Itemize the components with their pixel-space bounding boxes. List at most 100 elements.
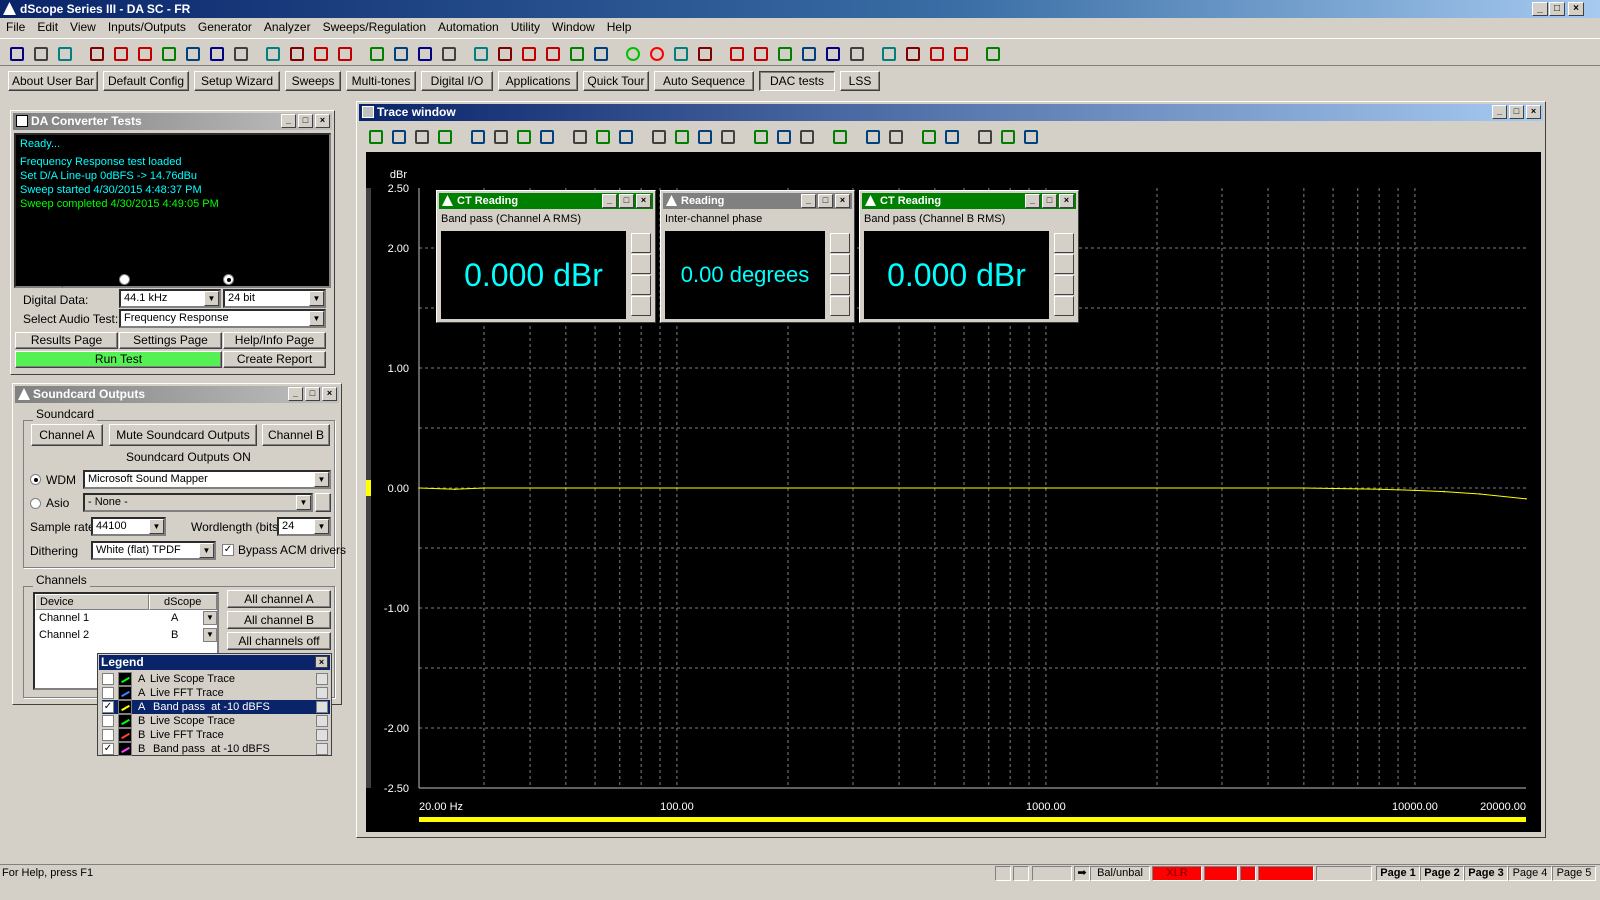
dac-tests-button[interactable]: DAC tests [759,71,835,91]
meter-1-icon[interactable] [438,43,458,63]
trace-5-icon[interactable] [822,43,842,63]
asio-config-button[interactable] [315,493,331,512]
analyzer-in-a-icon[interactable] [230,43,250,63]
page-3-tab[interactable]: Page 3 [1464,866,1508,881]
multi-tones-button[interactable]: Multi-tones [346,71,416,91]
reading-minimize-button[interactable]: _ [1025,194,1040,208]
marker-2-icon[interactable] [773,126,793,146]
menu-help[interactable]: Help [601,18,638,37]
valley-icon[interactable] [885,126,905,146]
menu-analyzer[interactable]: Analyzer [258,18,317,37]
sc-maximize-button[interactable]: □ [305,387,320,401]
scale-icon[interactable] [829,126,849,146]
channel-b-button[interactable]: Channel B [262,424,330,446]
sc-close-button[interactable]: × [322,387,337,401]
cfg-2-icon[interactable] [542,43,562,63]
scope-2-icon[interactable] [902,43,922,63]
menu-edit[interactable]: Edit [31,18,64,37]
reading-close-button[interactable]: × [835,194,850,208]
analyzer-in-b-icon[interactable] [262,43,282,63]
wdm-radio[interactable] [30,474,41,485]
chart-view-icon[interactable] [467,126,487,146]
arrows-icon[interactable] [830,296,850,316]
quick-tour-button[interactable]: Quick Tour [583,71,649,91]
mute-outputs-button[interactable]: Mute Soundcard Outputs [109,424,257,446]
dac-close-button[interactable]: × [315,114,330,128]
asio-device-select[interactable]: - None - ▼ [83,493,313,512]
cfg-3-icon[interactable] [566,43,586,63]
zoom-y-icon[interactable] [592,126,612,146]
menu-sweeps[interactable]: Sweeps/Regulation [317,18,432,37]
reading-close-button[interactable]: × [636,194,651,208]
cursor-1-icon[interactable] [648,126,668,146]
dac-maximize-button[interactable]: □ [298,114,313,128]
settings-page-button[interactable]: Settings Page [119,332,222,349]
chevron-down-icon[interactable]: ▼ [203,611,217,625]
wave-2-icon[interactable] [390,43,410,63]
gen-out-e-icon[interactable] [182,43,202,63]
wave-1-icon[interactable] [366,43,386,63]
gen-out-a-icon[interactable] [86,43,106,63]
meter-2-icon[interactable] [470,43,490,63]
analyzer-in-c-icon[interactable] [286,43,306,63]
log-icon[interactable] [830,275,850,295]
legend-item[interactable]: B Live FFT Trace [102,728,330,742]
copy-icon[interactable] [316,729,328,741]
legend-item[interactable]: A Live Scope Trace [102,672,330,686]
legend-checkbox[interactable]: ✓ [102,743,114,755]
sweep-2-icon[interactable] [694,43,714,63]
copy-icon[interactable] [316,701,328,713]
legend-checkbox[interactable] [102,673,114,685]
cursor-3-icon[interactable] [694,126,714,146]
channel-a-button[interactable]: Channel A [31,424,103,446]
all-channel-a-button[interactable]: All channel A [227,590,331,608]
overlay-1-icon[interactable] [974,126,994,146]
results-page-button[interactable]: Results Page [15,332,118,349]
create-report-button[interactable]: Create Report [223,351,326,368]
trace-4-icon[interactable] [798,43,818,63]
legend-checkbox[interactable]: ✓ [102,701,114,713]
settings-icon[interactable] [631,254,651,274]
analyzer-in-d-icon[interactable] [310,43,330,63]
page-2-tab[interactable]: Page 2 [1420,866,1464,881]
minimize-button[interactable]: _ [1532,2,1548,16]
log-icon[interactable] [631,275,651,295]
add-trace-icon[interactable] [365,126,385,146]
all-channels-off-button[interactable]: All channels off [227,632,331,650]
marker-1-icon[interactable] [750,126,770,146]
log-icon[interactable] [1054,275,1074,295]
remove-marker-icon[interactable] [941,126,961,146]
trace-maximize-button[interactable]: □ [1509,105,1524,119]
cursor-2-icon[interactable] [671,126,691,146]
wave-3-icon[interactable] [414,43,434,63]
table-row[interactable]: Channel 2 [39,629,89,641]
add-marker-icon[interactable] [918,126,938,146]
trace-icon[interactable] [388,126,408,146]
sample-rate-select[interactable]: 44.1 kHz ▼ [119,289,221,308]
legend-checkbox[interactable] [102,687,114,699]
sc-minimize-button[interactable]: _ [288,387,303,401]
lss-button[interactable]: LSS [840,71,880,91]
record-red-icon[interactable] [646,43,666,63]
setup-wizard-button[interactable]: Setup Wizard [194,71,280,91]
close-button[interactable]: × [1568,2,1584,16]
menu-automation[interactable]: Automation [432,18,505,37]
menu-inputs-outputs[interactable]: Inputs/Outputs [102,18,192,37]
copy-icon[interactable] [316,673,328,685]
help-info-page-button[interactable]: Help/Info Page [223,332,326,349]
units-icon[interactable] [1054,233,1074,253]
overlay-3-icon[interactable] [1020,126,1040,146]
table-row[interactable]: A [171,612,178,624]
copy-icon[interactable] [316,715,328,727]
stop-icon[interactable] [334,43,354,63]
settings-icon[interactable] [536,126,556,146]
default-config-button[interactable]: Default Config [103,71,189,91]
units-icon[interactable] [631,233,651,253]
gen-out-c-icon[interactable] [134,43,154,63]
sc-sample-rate-select[interactable]: 44100 ▼ [91,517,166,536]
bypass-acm-checkbox[interactable]: ✓ [222,544,234,556]
aes-radio[interactable] [119,274,130,285]
legend-item[interactable]: ✓ A Band pass at -10 dBFS [102,700,330,714]
table-row[interactable]: Channel 1 [39,612,89,624]
fit-icon[interactable] [615,126,635,146]
